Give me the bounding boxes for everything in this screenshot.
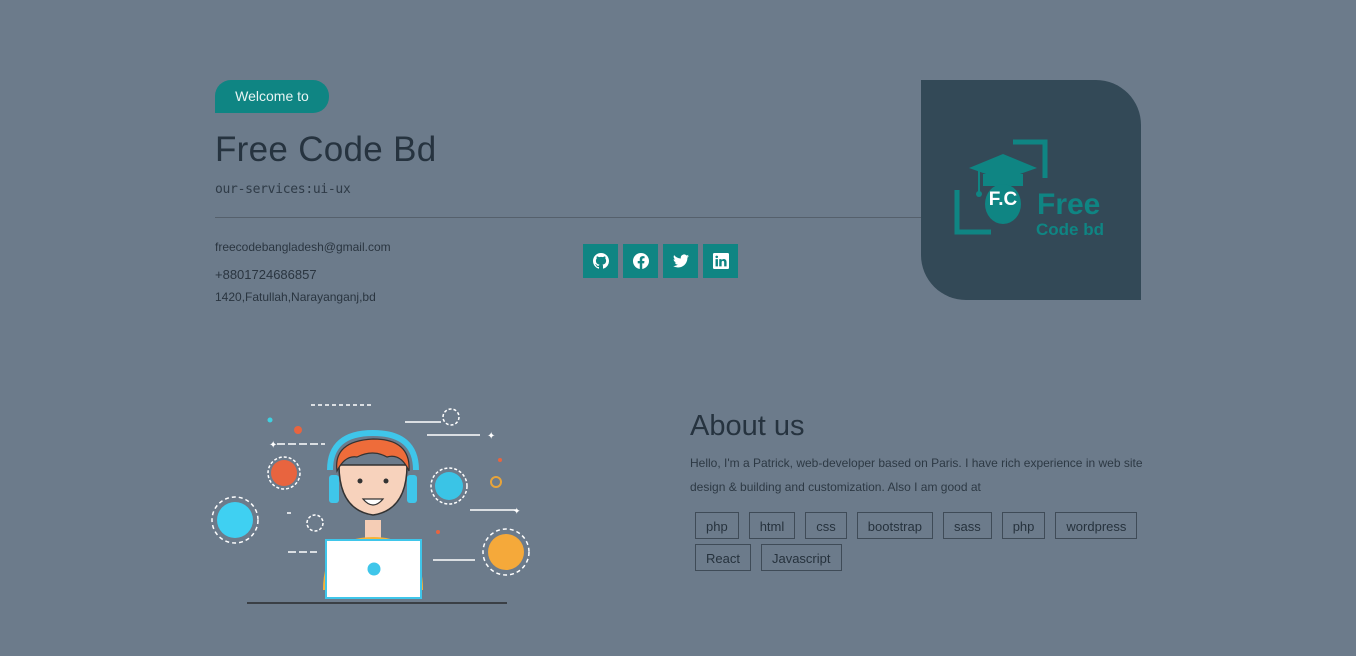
linkedin-button[interactable] xyxy=(703,244,738,278)
contact-email[interactable]: freecodebangladesh@gmail.com xyxy=(215,240,391,254)
skill-tag-wordpress[interactable]: wordpress xyxy=(1055,512,1138,539)
about-text: Hello, I'm a Patrick, web-developer base… xyxy=(690,456,1143,494)
linkedin-icon xyxy=(712,253,729,269)
contact-address: 1420,Fatullah,Narayanganj,bd xyxy=(215,290,376,304)
skill-tag-css[interactable]: css xyxy=(805,512,847,539)
facebook-button[interactable] xyxy=(623,244,658,278)
github-icon xyxy=(592,253,609,269)
svg-text:✦: ✦ xyxy=(513,506,521,516)
contact-phone[interactable]: +8801724686857 xyxy=(215,267,317,282)
logo-card: F.C Free Code bd xyxy=(921,80,1141,300)
skill-tag-html[interactable]: html xyxy=(748,512,796,539)
divider xyxy=(215,217,921,218)
skill-tag-php-2[interactable]: php xyxy=(1001,512,1046,539)
skill-tag-sass[interactable]: sass xyxy=(942,512,992,539)
skill-tags: php html css bootstrap sass php wordpres… xyxy=(695,512,1165,571)
welcome-badge: Welcome to xyxy=(215,80,329,113)
github-button[interactable] xyxy=(583,244,618,278)
services-text: our-services:ui-ux xyxy=(215,182,351,197)
logo-word-code: Code bd xyxy=(1036,220,1104,239)
about-title: About us xyxy=(690,410,805,442)
skill-tag-react[interactable]: React xyxy=(695,544,751,571)
social-links xyxy=(583,244,738,278)
logo-initials: F.C xyxy=(989,189,1018,210)
facebook-icon xyxy=(632,253,649,269)
logo-word-free: Free xyxy=(1037,188,1100,221)
twitter-icon xyxy=(672,254,689,268)
free-code-logo: F.C Free Code bd xyxy=(954,139,1104,239)
svg-text:✦: ✦ xyxy=(269,440,277,451)
skill-tag-javascript[interactable]: Javascript xyxy=(760,544,842,571)
page-title: Free Code Bd xyxy=(215,130,437,169)
skill-tag-bootstrap[interactable]: bootstrap xyxy=(856,512,933,539)
svg-text:✦: ✦ xyxy=(487,431,495,442)
developer-illustration: ✦ ✦ ✦ xyxy=(211,404,530,604)
twitter-button[interactable] xyxy=(663,244,698,278)
skill-tag-php[interactable]: php xyxy=(695,512,739,539)
